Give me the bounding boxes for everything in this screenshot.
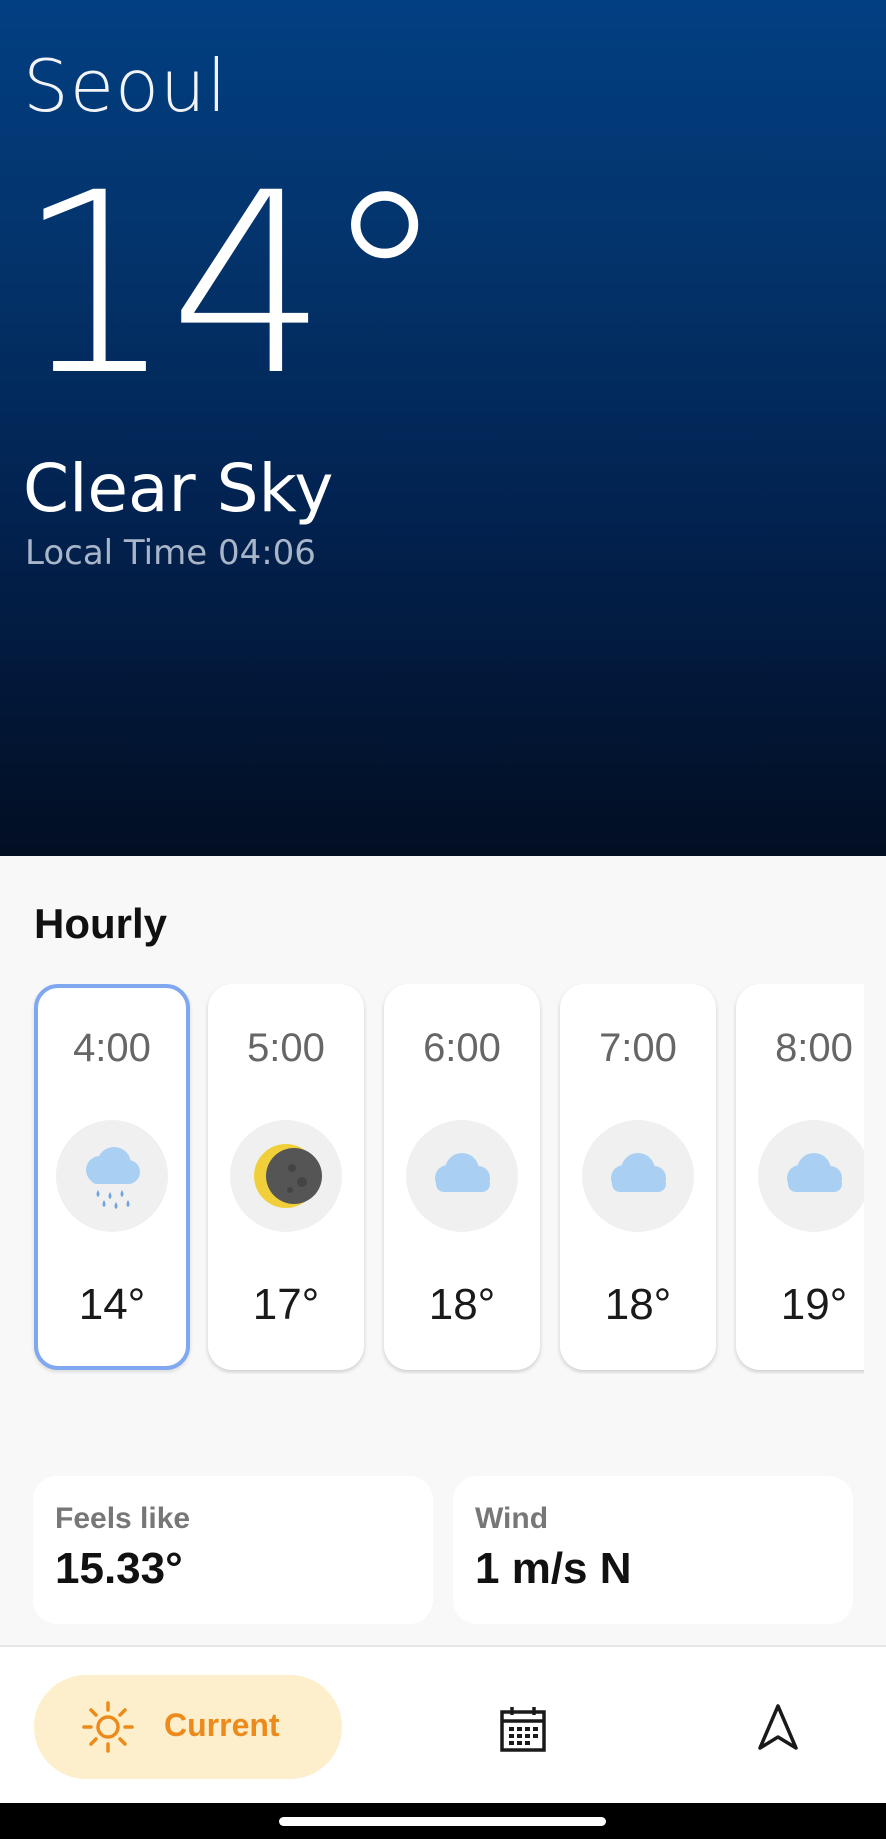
moon-icon [230, 1120, 342, 1232]
hour-temperature: 18° [604, 1280, 672, 1329]
hour-time: 7:00 [599, 1026, 677, 1070]
navigation-arrow-icon[interactable] [756, 1703, 800, 1751]
hour-time: 4:00 [73, 1026, 151, 1070]
hourly-forecast-strip[interactable]: 4:00 14° 5:00 17° 6:00 18° 7:00 18° 8:00… [0, 984, 864, 1374]
rain-cloud-icon [56, 1120, 168, 1232]
hourly-card[interactable]: 8:00 19° [736, 984, 864, 1370]
hour-time: 6:00 [423, 1026, 501, 1070]
nav-current-button[interactable]: Current [34, 1675, 342, 1779]
hourly-card[interactable]: 6:00 18° [384, 984, 540, 1370]
system-gesture-bar [0, 1803, 886, 1839]
hour-temperature: 19° [780, 1280, 848, 1329]
cloud-icon [582, 1120, 694, 1232]
hour-temperature: 14° [78, 1280, 146, 1329]
wind-label: Wind [475, 1502, 549, 1535]
cloud-icon [406, 1120, 518, 1232]
sun-icon [82, 1701, 134, 1753]
bottom-navigation: Current [0, 1645, 886, 1805]
hour-temperature: 17° [252, 1280, 320, 1329]
local-time: Local Time 04:06 [25, 533, 316, 573]
weather-condition: Clear Sky [23, 450, 334, 527]
hourly-card[interactable]: 5:00 17° [208, 984, 364, 1370]
home-indicator[interactable] [279, 1817, 606, 1826]
feels-like-value: 15.33° [55, 1544, 183, 1593]
wind-value: 1 m/s N [475, 1544, 632, 1593]
hourly-card[interactable]: 7:00 18° [560, 984, 716, 1370]
wind-card: Wind 1 m/s N [453, 1476, 853, 1624]
nav-current-label: Current [164, 1707, 280, 1743]
hour-temperature: 18° [428, 1280, 496, 1329]
hourly-title: Hourly [34, 900, 168, 947]
city-name: Seoul [23, 44, 228, 128]
hour-time: 8:00 [775, 1026, 853, 1070]
hourly-card[interactable]: 4:00 14° [34, 984, 190, 1370]
current-temperature: 14° [16, 139, 447, 430]
hour-time: 5:00 [247, 1026, 325, 1070]
current-weather-panel: Seoul 14° Clear Sky Local Time 04:06 [0, 0, 886, 856]
feels-like-label: Feels like [55, 1502, 191, 1535]
calendar-icon[interactable] [499, 1705, 547, 1753]
feels-like-card: Feels like 15.33° [33, 1476, 433, 1624]
cloud-icon [758, 1120, 864, 1232]
